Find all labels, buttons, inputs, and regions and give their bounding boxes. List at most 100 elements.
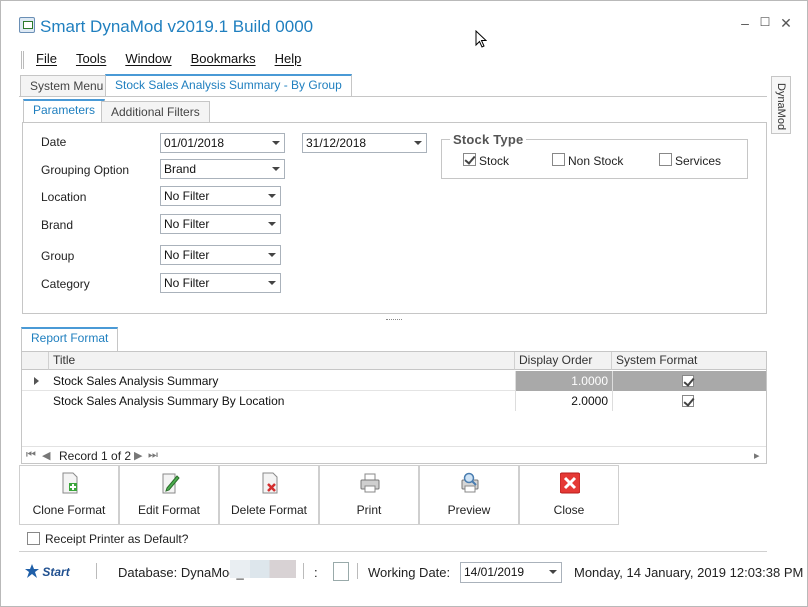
location-label: Location [41, 190, 87, 204]
column-title[interactable]: Title [49, 352, 515, 370]
tab-report-format[interactable]: Report Format [21, 327, 119, 351]
category-label: Category [41, 277, 90, 291]
system-format-checkbox[interactable] [682, 395, 694, 407]
preview-icon [461, 472, 479, 493]
prev-record-icon[interactable]: ◀ [42, 449, 50, 462]
grid-navigator: ⏮ ◀ Record 1 of 2 ▶ ⏭ ▸ [22, 446, 766, 464]
grouping-option-select[interactable]: Brand [160, 159, 285, 179]
delete-format-label: Delete Format [230, 503, 308, 517]
category-value: No Filter [164, 276, 210, 290]
brand-select[interactable]: No Filter [160, 214, 281, 234]
group-value: No Filter [164, 248, 210, 262]
delete-format-button[interactable]: Delete Format [219, 465, 319, 525]
row-title: Stock Sales Analysis Summary By Location [53, 394, 285, 408]
working-date-picker[interactable]: 14/01/2019 [460, 562, 562, 583]
last-record-icon[interactable]: ⏭ [148, 449, 158, 462]
clone-format-label: Clone Format [32, 503, 106, 517]
title-bar: Smart DynaMod v2019.1 Build 0000 – ☐ ✕ [1, 1, 807, 45]
close-icon [560, 472, 580, 494]
menu-file[interactable]: File [36, 51, 57, 69]
dropdown-arrow-icon [268, 194, 276, 198]
table-row[interactable]: Stock Sales Analysis Summary By Location… [22, 391, 766, 411]
brand-label: Brand [41, 218, 74, 232]
preview-button[interactable]: Preview [419, 465, 519, 525]
date-label: Date [41, 135, 67, 149]
tab-stock-sales-analysis[interactable]: Stock Sales Analysis Summary - By Group [105, 74, 352, 97]
menu-help[interactable]: Help [275, 51, 302, 69]
system-format-checkbox[interactable] [682, 375, 694, 387]
edit-format-button[interactable]: Edit Format [119, 465, 219, 525]
maximize-button[interactable]: ☐ [757, 15, 773, 29]
side-tab-label: DynaMod [775, 83, 787, 131]
print-button[interactable]: Print [319, 465, 419, 525]
column-system-format[interactable]: System Format [612, 352, 766, 370]
non-stock-checkbox[interactable] [552, 153, 565, 166]
column-display-order[interactable]: Display Order [515, 352, 612, 370]
record-count: Record 1 of 2 [59, 449, 132, 463]
clone-format-icon [62, 472, 78, 494]
menu-window[interactable]: Window [125, 51, 171, 69]
next-record-icon[interactable]: ▶ [134, 449, 142, 462]
category-select[interactable]: No Filter [160, 273, 281, 293]
app-icon [19, 17, 35, 33]
status-separator [303, 563, 304, 579]
start-logo-icon [25, 564, 39, 578]
working-date-label: Working Date: [368, 565, 451, 580]
date-to-value: 31/12/2018 [306, 136, 367, 150]
group-select[interactable]: No Filter [160, 245, 281, 265]
row-indicator-icon [34, 377, 39, 385]
print-label: Print [356, 503, 382, 517]
status-divider [19, 551, 767, 552]
group-label: Group [41, 249, 75, 263]
close-label: Close [553, 503, 585, 517]
menu-bookmarks[interactable]: Bookmarks [191, 51, 256, 69]
window-title: Smart DynaMod v2019.1 Build 0000 [40, 17, 314, 36]
services-checkbox[interactable] [659, 153, 672, 166]
delete-format-icon [262, 472, 278, 494]
start-logo-text: Start [42, 565, 70, 579]
start-logo[interactable]: Start [25, 564, 70, 580]
side-tab-dynamod[interactable]: DynaMod [771, 76, 791, 134]
status-colon: : [314, 565, 318, 580]
clone-format-button[interactable]: Clone Format [19, 465, 119, 525]
dropdown-arrow-icon [414, 141, 422, 145]
status-indicator-box [333, 562, 349, 581]
table-row[interactable]: Stock Sales Analysis Summary 1.0000 [22, 371, 766, 391]
stock-checkbox[interactable] [463, 153, 476, 166]
first-record-icon[interactable]: ⏮ [26, 449, 36, 462]
grouping-option-label: Grouping Option [41, 163, 130, 177]
main-window: Smart DynaMod v2019.1 Build 0000 – ☐ ✕ F… [0, 0, 808, 607]
stock-checkbox-label: Stock [479, 154, 510, 168]
close-window-button[interactable]: ✕ [778, 15, 794, 32]
menu-tools[interactable]: Tools [76, 51, 106, 69]
splitter-grip[interactable] [386, 319, 402, 321]
edit-format-icon [162, 473, 180, 494]
close-button[interactable]: Close [519, 465, 619, 525]
date-from-picker[interactable]: 01/01/2018 [160, 133, 285, 153]
receipt-printer-checkbox[interactable] [27, 532, 40, 545]
minimize-button[interactable]: – [737, 15, 753, 31]
tab-parameters[interactable]: Parameters [23, 99, 106, 123]
database-name-redacted [230, 560, 296, 578]
row-order: 1.0000 [571, 374, 608, 388]
status-separator [357, 563, 358, 579]
tab-system-menu[interactable]: System Menu [20, 75, 114, 96]
grid-indicator-header [22, 352, 49, 370]
date-from-value: 01/01/2018 [164, 136, 225, 150]
services-checkbox-label: Services [675, 154, 722, 168]
current-datetime: Monday, 14 January, 2019 12:03:38 PM [574, 565, 804, 580]
preview-label: Preview [447, 503, 491, 517]
edit-format-label: Edit Format [137, 503, 200, 517]
dropdown-arrow-icon [549, 570, 557, 574]
date-to-picker[interactable]: 31/12/2018 [302, 133, 427, 153]
tab-additional-filters[interactable]: Additional Filters [101, 101, 210, 122]
receipt-printer-label: Receipt Printer as Default? [45, 532, 189, 546]
row-order: 2.0000 [571, 394, 608, 408]
report-format-area [19, 326, 767, 327]
scroll-right-icon[interactable]: ▸ [754, 449, 760, 462]
doc-tab-divider [19, 96, 767, 97]
action-toolbar: Clone Format Edit Format Delete Format P… [19, 465, 619, 525]
working-date-value: 14/01/2019 [464, 565, 525, 579]
cell-divider [612, 391, 613, 411]
location-select[interactable]: No Filter [160, 186, 281, 206]
